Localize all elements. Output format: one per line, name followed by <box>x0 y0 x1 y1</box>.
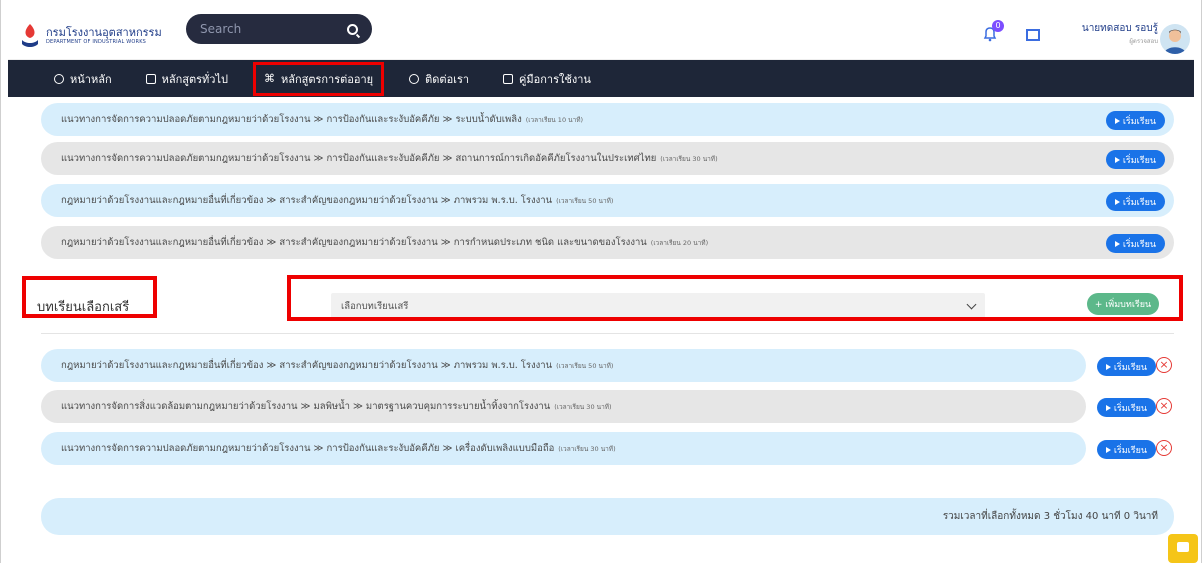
start-label: เริ่มเรียน <box>1113 445 1147 456</box>
search-input[interactable]: Search <box>200 22 241 36</box>
logo[interactable]: กรมโรงงานอุตสาหกรรม DEPARTMENT OF INDUST… <box>20 22 162 50</box>
command-icon: ⌘ <box>263 72 275 85</box>
divider <box>41 333 1174 334</box>
lesson-path: แนวทางการจัดการความปลอดภัยตามกฎหมายว่าด้… <box>61 114 522 125</box>
logo-subtitle: DEPARTMENT OF INDUSTRIAL WORKS <box>46 39 147 45</box>
start-lesson-button[interactable]: เริ่มเรียน <box>1096 357 1156 376</box>
avatar-icon <box>1164 29 1186 54</box>
search-box[interactable]: Search <box>186 14 372 44</box>
avatar[interactable] <box>1160 24 1190 54</box>
lesson-duration: (เวลาเรียน 50 นาที) <box>556 196 614 205</box>
remove-icon[interactable]: × <box>1156 357 1172 373</box>
start-label: เริ่มเรียน <box>1113 403 1147 414</box>
start-lesson-button[interactable]: เริ่มเรียน <box>1105 234 1165 253</box>
start-lesson-button[interactable]: เริ่มเรียน <box>1105 111 1165 130</box>
lesson-path: กฎหมายว่าด้วยโรงงานและกฎหมายอื่นที่เกี่ย… <box>61 360 553 371</box>
play-icon <box>1114 240 1120 247</box>
nav-manual[interactable]: คู่มือการใช้งาน <box>497 65 597 93</box>
chat-icon <box>409 73 420 84</box>
lesson-row: แนวทางการจัดการความปลอดภัยตามกฎหมายว่าด้… <box>41 142 1174 175</box>
lesson-duration: (เวลาเรียน 30 นาที) <box>558 444 616 453</box>
top-bar: กรมโรงงานอุตสาหกรรม DEPARTMENT OF INDUST… <box>8 8 1194 60</box>
chat-widget-icon[interactable] <box>1168 534 1198 563</box>
lesson-path: แนวทางการจัดการสิ่งแวดล้อมตามกฎหมายว่าด้… <box>61 401 551 412</box>
nav-home[interactable]: หน้าหลัก <box>48 65 118 93</box>
selected-lesson-row: กฎหมายว่าด้วยโรงงานและกฎหมายอื่นที่เกี่ย… <box>41 349 1172 382</box>
fullscreen-icon[interactable] <box>1026 29 1040 41</box>
nav-contact[interactable]: ติดต่อเรา <box>403 65 475 93</box>
square-icon <box>145 73 156 84</box>
lesson-duration: (เวลาเรียน 30 นาที) <box>660 154 718 163</box>
lesson-path: กฎหมายว่าด้วยโรงงานและกฎหมายอื่นที่เกี่ย… <box>61 237 647 248</box>
lesson-path: แนวทางการจัดการความปลอดภัยตามกฎหมายว่าด้… <box>61 153 657 164</box>
nav-label: หลักสูตรการต่ออายุ <box>280 72 374 86</box>
notification-badge: 0 <box>992 20 1004 32</box>
main-nav: หน้าหลัก หลักสูตรทั่วไป ⌘ หลักสูตรการต่อ… <box>8 60 1194 97</box>
start-label: เริ่มเรียน <box>1113 362 1147 373</box>
lesson-path: กฎหมายว่าด้วยโรงงานและกฎหมายอื่นที่เกี่ย… <box>61 195 553 206</box>
nav-label: ติดต่อเรา <box>425 72 470 86</box>
play-icon <box>1105 363 1111 370</box>
user-name: นายทดสอบ รอบรู้ <box>1081 23 1158 34</box>
nav-general-courses[interactable]: หลักสูตรทั่วไป <box>140 65 234 93</box>
play-icon <box>1105 446 1111 453</box>
nav-label: คู่มือการใช้งาน <box>519 72 591 86</box>
play-icon <box>1105 404 1111 411</box>
logo-title: กรมโรงงานอุตสาหกรรม <box>46 26 162 39</box>
chevron-down-icon <box>966 299 977 310</box>
play-icon <box>1114 198 1120 205</box>
search-icon[interactable] <box>347 23 358 35</box>
start-label: เริ่มเรียน <box>1122 239 1156 250</box>
lesson-duration: (เวลาเรียน 20 นาที) <box>650 238 709 247</box>
start-label: เริ่มเรียน <box>1122 155 1156 166</box>
start-lesson-button[interactable]: เริ่มเรียน <box>1105 150 1165 169</box>
lesson-duration: (เวลาเรียน 30 นาที) <box>554 402 612 411</box>
nav-renewal-courses[interactable]: ⌘ หลักสูตรการต่ออายุ <box>252 61 385 96</box>
lesson-row: กฎหมายว่าด้วยโรงงานและกฎหมายอื่นที่เกี่ย… <box>41 226 1174 259</box>
home-icon <box>54 73 64 84</box>
lesson-row: กฎหมายว่าด้วยโรงงานและกฎหมายอื่นที่เกี่ย… <box>41 184 1174 217</box>
lesson-duration: (เวลาเรียน 50 นาที) <box>556 361 614 370</box>
start-lesson-button[interactable]: เริ่มเรียน <box>1096 440 1156 459</box>
elective-title: บทเรียนเลือกเสรี <box>37 300 130 315</box>
user-info[interactable]: นายทดสอบ รอบรู้ ผู้ตรวจสอบ <box>1058 21 1158 46</box>
nav-label: หน้าหลัก <box>70 72 112 86</box>
selected-lesson-row: แนวทางการจัดการความปลอดภัยตามกฎหมายว่าด้… <box>41 432 1172 465</box>
remove-icon[interactable]: × <box>1156 398 1172 414</box>
start-label: เริ่มเรียน <box>1122 116 1156 127</box>
user-role: ผู้ตรวจสอบ <box>1129 38 1158 45</box>
add-lesson-button[interactable]: + เพิ่มบทเรียน <box>1087 293 1159 315</box>
lesson-path: แนวทางการจัดการความปลอดภัยตามกฎหมายว่าด้… <box>61 443 555 454</box>
start-lesson-button[interactable]: เริ่มเรียน <box>1096 398 1156 417</box>
total-time: รวมเวลาที่เลือกทั้งหมด 3 ชั่วโมง 40 นาที… <box>41 498 1174 535</box>
select-value: เลือกบทเรียนเสรี <box>341 300 409 312</box>
nav-label: หลักสูตรทั่วไป <box>161 72 228 86</box>
remove-icon[interactable]: × <box>1156 440 1172 456</box>
logo-icon <box>22 24 38 47</box>
start-lesson-button[interactable]: เริ่มเรียน <box>1105 192 1165 211</box>
start-label: เริ่มเรียน <box>1122 197 1156 208</box>
lesson-duration: (เวลาเรียน 10 นาที) <box>525 115 584 124</box>
play-icon <box>1114 117 1120 124</box>
play-icon <box>1114 156 1120 163</box>
elective-select[interactable]: เลือกบทเรียนเสรี <box>331 293 985 319</box>
lesson-row: แนวทางการจัดการความปลอดภัยตามกฎหมายว่าด้… <box>41 103 1174 136</box>
selected-lesson-row: แนวทางการจัดการสิ่งแวดล้อมตามกฎหมายว่าด้… <box>41 390 1172 423</box>
book-icon <box>503 73 514 84</box>
